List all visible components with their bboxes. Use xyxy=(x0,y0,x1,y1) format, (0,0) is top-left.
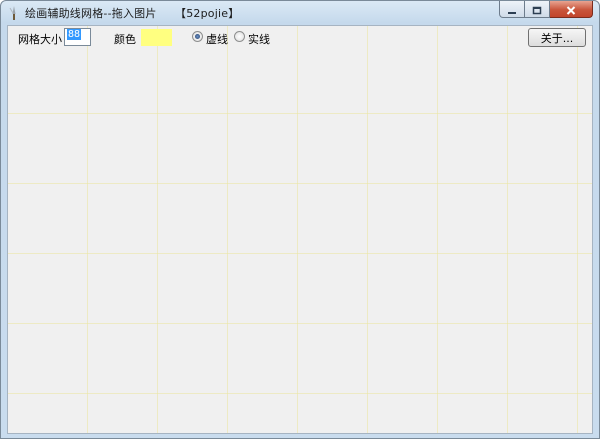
maximize-icon xyxy=(532,1,542,19)
grid-size-label: 网格大小 xyxy=(18,33,62,46)
dashed-radio[interactable] xyxy=(192,31,203,42)
about-button[interactable]: 关于... xyxy=(528,28,586,47)
brush-icon xyxy=(7,5,21,21)
solid-radio[interactable] xyxy=(234,31,245,42)
close-button[interactable] xyxy=(550,1,593,18)
color-swatch[interactable] xyxy=(141,29,172,46)
maximize-button[interactable] xyxy=(525,1,550,18)
grid-size-value: 88 xyxy=(67,29,82,40)
minimize-button[interactable] xyxy=(499,1,525,18)
window-title: 绘画辅助线网格--拖入图片 【52pojie】 xyxy=(25,7,240,20)
grid-size-input[interactable]: 88 xyxy=(64,28,91,46)
toolbar: 网格大小 88 颜色 虚线 实线 关于... xyxy=(8,26,592,50)
title-bar[interactable]: 绘画辅助线网格--拖入图片 【52pojie】 xyxy=(1,1,599,25)
grid-canvas[interactable] xyxy=(8,26,592,433)
caption-buttons xyxy=(499,1,593,19)
close-icon xyxy=(566,1,576,19)
color-label: 颜色 xyxy=(114,33,136,46)
client-area[interactable]: 网格大小 88 颜色 虚线 实线 关于... xyxy=(7,25,593,434)
solid-label[interactable]: 实线 xyxy=(248,31,270,47)
minimize-icon xyxy=(507,1,517,19)
dashed-label[interactable]: 虚线 xyxy=(206,31,228,47)
app-window: 绘画辅助线网格--拖入图片 【52pojie】 网格大小 88 颜色 虚线 实线… xyxy=(0,0,600,439)
